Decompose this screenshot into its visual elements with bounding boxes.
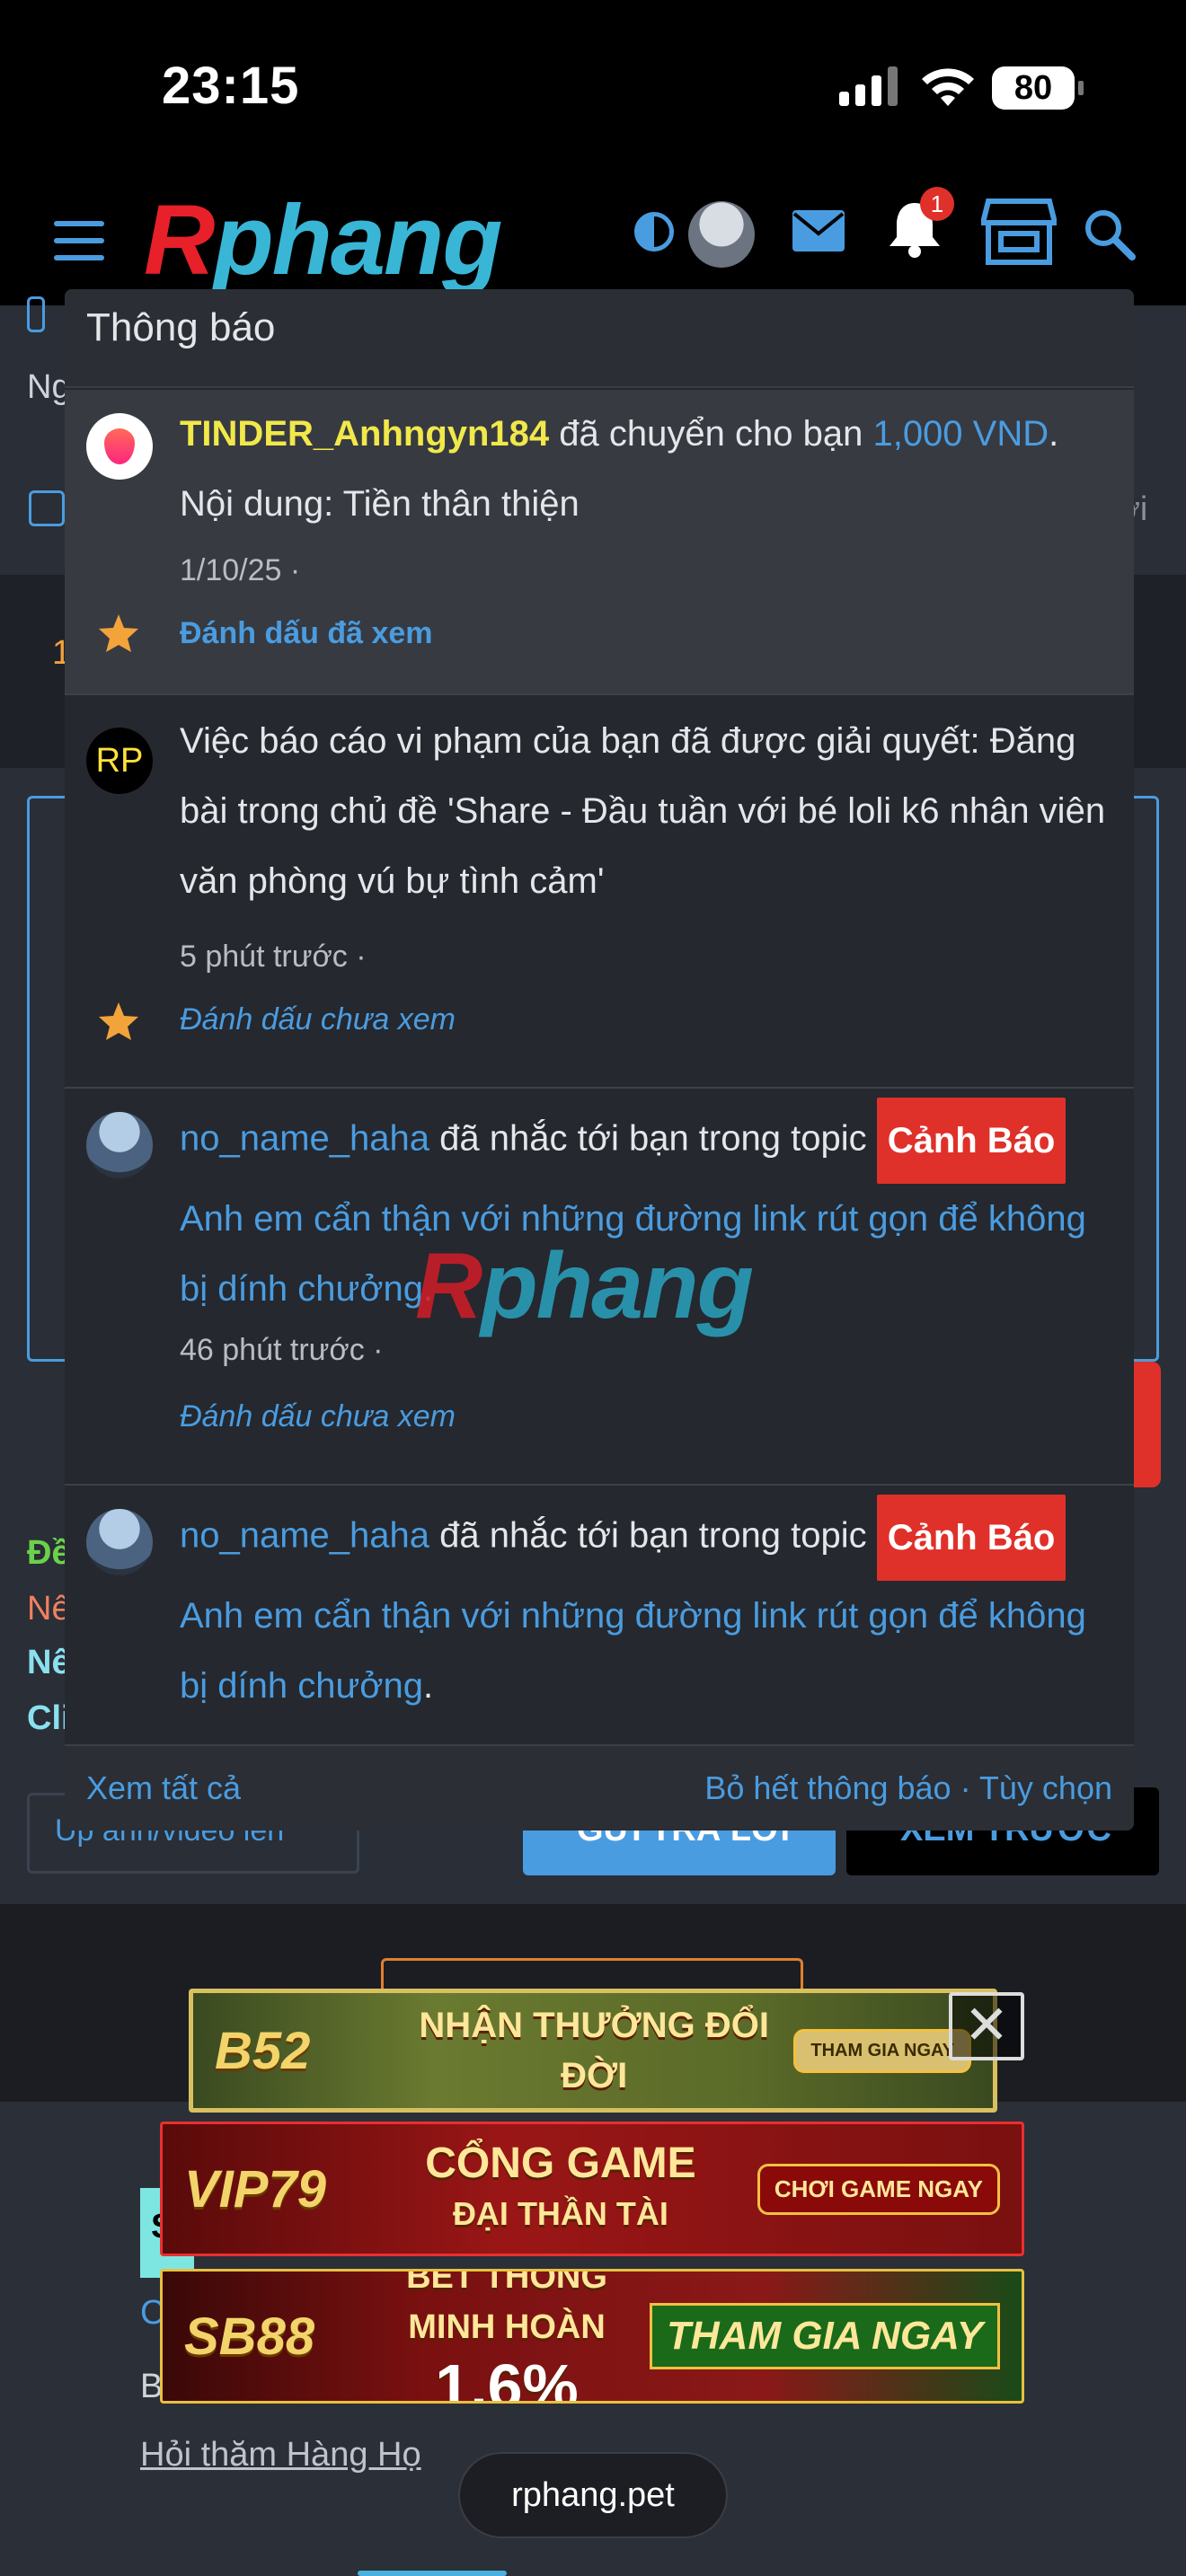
bg-footer-link[interactable]: Hỏi thăm Hàng Họ	[140, 2436, 421, 2475]
ad-banner-vip79[interactable]: VIP79 CỔNG GAME ĐẠI THẦN TÀI CHƠI GAME NG…	[160, 2122, 1024, 2256]
home-indicator	[358, 2571, 507, 2576]
topic-link[interactable]: Anh em cẩn thận với những đường link rút…	[180, 1596, 1086, 1706]
mark-unread-link[interactable]: Đánh dấu chưa xem	[180, 1002, 456, 1037]
site-logo[interactable]: Rphang	[144, 187, 502, 295]
actor-name[interactable]: no_name_haha	[180, 1516, 429, 1556]
ad-headline: NHẬN THƯỞNG ĐỔI ĐỜI	[419, 2006, 769, 2095]
notification-time: 46 phút trước ·	[180, 1333, 384, 1367]
notification-item[interactable]: no_name_haha đã nhắc tới bạn trong topic…	[65, 1486, 1134, 1746]
status-time: 23:15	[162, 57, 300, 115]
ad-banner-b52[interactable]: B52 NHẬN THƯỞNG ĐỔI ĐỜI THAM GIA NGAY	[189, 1989, 997, 2113]
user-avatar	[86, 1112, 153, 1178]
bg-checkbox[interactable]	[29, 490, 65, 526]
mark-unread-link[interactable]: Đánh dấu chưa xem	[180, 1399, 456, 1434]
ad-cta: THAM GIA NGAY	[793, 2028, 971, 2073]
panel-header: Thông báo	[65, 289, 1134, 388]
user-avatar	[86, 1509, 153, 1575]
amount: 1,000 VND	[872, 414, 1049, 454]
rp-avatar: RP	[86, 728, 153, 794]
warning-tag: Cảnh Báo	[876, 1495, 1067, 1581]
ad-banner-sb88[interactable]: SB88 BET THÔNG MINH HOÀN 1,6% THAM GIA NG…	[160, 2269, 1024, 2404]
panel-title: Thông báo	[86, 305, 276, 349]
ad-headline: BET THÔNG MINH HOÀN 1,6%	[406, 2269, 607, 2404]
cellular-signal-icon	[839, 65, 898, 106]
mark-read-link[interactable]: Đánh dấu đã xem	[180, 616, 433, 651]
menu-icon[interactable]	[54, 221, 104, 260]
mail-icon[interactable]	[791, 208, 846, 253]
battery-icon: 80	[992, 66, 1084, 110]
wifi-icon	[922, 68, 974, 106]
watermark-logo: Rphang	[415, 1234, 754, 1338]
ad-headline: CỔNG GAME ĐẠI THẦN TÀI	[425, 2139, 696, 2232]
star-icon[interactable]	[97, 1001, 140, 1042]
notification-time: 5 phút trước ·	[180, 940, 367, 974]
notification-item[interactable]: RP Việc báo cáo vi phạm của bạn đã được …	[65, 704, 1134, 1089]
tinder-avatar	[86, 413, 153, 480]
warning-tag: Cảnh Báo	[876, 1098, 1067, 1184]
see-all-link[interactable]: Xem tất cả	[86, 1769, 241, 1807]
store-icon[interactable]	[981, 198, 1057, 266]
notification-count-badge: 1	[920, 187, 954, 221]
url-pill[interactable]: rphang.pet	[458, 2452, 728, 2538]
status-bar: 23:15 80	[0, 0, 1186, 171]
ad-brand: SB88	[184, 2307, 315, 2366]
ad-cta: THAM GIA NGAY	[650, 2303, 1000, 2369]
notification-time: 1/10/25 ·	[180, 553, 301, 587]
actor-name[interactable]: TINDER_Anhngyn184	[180, 414, 549, 454]
notification-message: TINDER_Anhngyn184 đã chuyển cho bạn 1,00…	[180, 414, 1059, 524]
bg-input-edge	[27, 296, 45, 332]
notification-message: no_name_haha đã nhắc tới bạn trong topic…	[180, 1495, 1114, 1721]
notification-item[interactable]: TINDER_Anhngyn184 đã chuyển cho bạn 1,00…	[65, 390, 1134, 695]
options-link[interactable]: Tùy chọn	[979, 1769, 1112, 1806]
actor-name[interactable]: no_name_haha	[180, 1119, 429, 1159]
ad-brand: VIP79	[184, 2159, 326, 2219]
dismiss-all-link[interactable]: Bỏ hết thông báo	[704, 1769, 951, 1806]
notifications-panel: Thông báo TINDER_Anhngyn184 đã chuyển ch…	[65, 289, 1134, 1831]
footer-actions: Bỏ hết thông báo · Tùy chọn	[704, 1769, 1112, 1806]
search-icon[interactable]	[1082, 207, 1136, 260]
ad-brand: B52	[215, 2021, 311, 2080]
theme-toggle-icon[interactable]	[634, 212, 674, 251]
close-ad-button[interactable]: ✕	[949, 1992, 1024, 2060]
panel-footer: Xem tất cả Bỏ hết thông báo · Tùy chọn	[65, 1744, 1134, 1831]
user-avatar[interactable]	[688, 201, 755, 268]
ad-cta: CHƠI GAME NGAY	[757, 2163, 1000, 2215]
star-icon[interactable]	[97, 613, 140, 654]
notification-message: Việc báo cáo vi phạm của bạn đã được giả…	[180, 721, 1106, 901]
